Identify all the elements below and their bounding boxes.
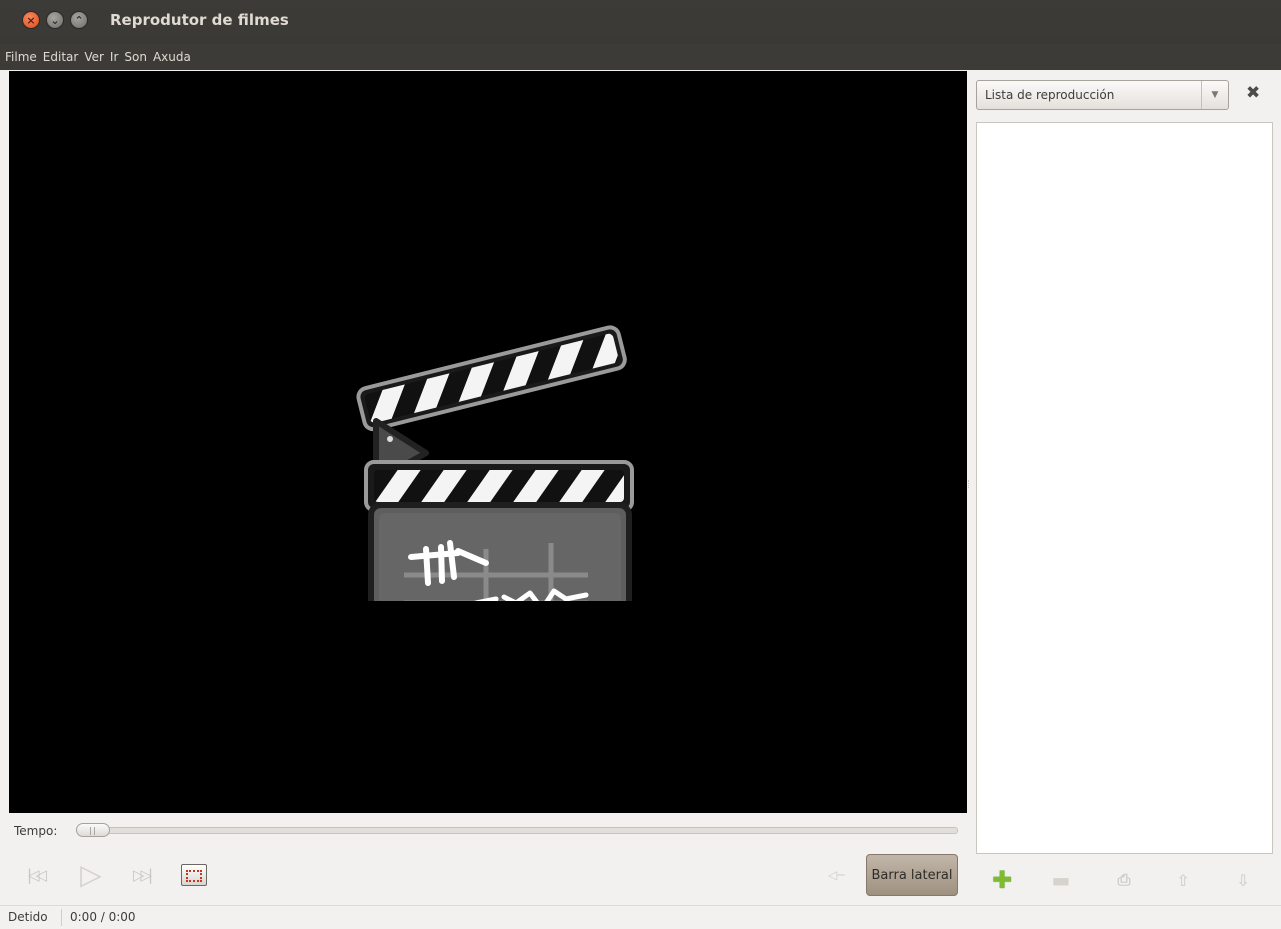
- previous-track-icon[interactable]: |◁◁: [20, 862, 50, 888]
- volume-icon[interactable]: ◁─: [828, 868, 844, 882]
- play-icon[interactable]: ▷: [76, 858, 106, 891]
- close-window-button[interactable]: ×: [22, 11, 40, 29]
- up-arrow-icon[interactable]: ⇧: [1171, 868, 1195, 892]
- save-icon[interactable]: ⎙: [1112, 868, 1136, 892]
- seek-bar[interactable]: [76, 827, 958, 834]
- status-bar: Detido 0:00 / 0:00: [0, 905, 1281, 929]
- seek-label: Tempo:: [14, 824, 58, 838]
- close-icon[interactable]: ✖: [1246, 83, 1260, 103]
- menu-son[interactable]: Son: [121, 44, 150, 70]
- fullscreen-icon[interactable]: [180, 863, 208, 887]
- sidebar-panel: Lista de reproducción ▼ ✖ ✚ ▬ ⎙ ⇧ ⇩: [968, 71, 1281, 905]
- sidebar-selector[interactable]: Lista de reproducción ▼: [976, 80, 1229, 110]
- title-bar: × ⌄ ⌃ Reprodutor de filmes: [0, 0, 1281, 44]
- playback-status: Detido: [8, 910, 48, 924]
- menu-bar: Filme Editar Ver Ir Son Axuda: [0, 44, 1281, 70]
- sidebar-selector-value: Lista de reproducción: [985, 88, 1115, 102]
- add-icon[interactable]: ✚: [990, 866, 1014, 894]
- playback-time: 0:00 / 0:00: [70, 910, 136, 924]
- video-area[interactable]: [9, 71, 967, 813]
- menu-axuda[interactable]: Axuda: [150, 44, 194, 70]
- remove-icon[interactable]: ▬: [1049, 868, 1073, 892]
- menu-ver[interactable]: Ver: [81, 44, 107, 70]
- next-track-icon[interactable]: ▷▷|: [126, 862, 156, 888]
- menu-ir[interactable]: Ir: [107, 44, 121, 70]
- window-title: Reprodutor de filmes: [110, 11, 289, 29]
- playlist[interactable]: [976, 122, 1273, 854]
- down-arrow-icon[interactable]: ⇩: [1231, 868, 1255, 892]
- minimize-window-button[interactable]: ⌄: [46, 11, 64, 29]
- app-window: × ⌄ ⌃ Reprodutor de filmes Filme Editar …: [0, 0, 1281, 928]
- menu-editar[interactable]: Editar: [40, 44, 82, 70]
- clapperboard-logo-icon: [356, 325, 634, 601]
- seek-handle[interactable]: ||: [76, 823, 110, 837]
- dropdown-arrow-icon: ▼: [1201, 81, 1228, 109]
- maximize-window-button[interactable]: ⌃: [70, 11, 88, 29]
- sidebar-toggle-button[interactable]: Barra lateral: [866, 854, 958, 896]
- menu-filme[interactable]: Filme: [2, 44, 40, 70]
- status-divider: [61, 909, 62, 926]
